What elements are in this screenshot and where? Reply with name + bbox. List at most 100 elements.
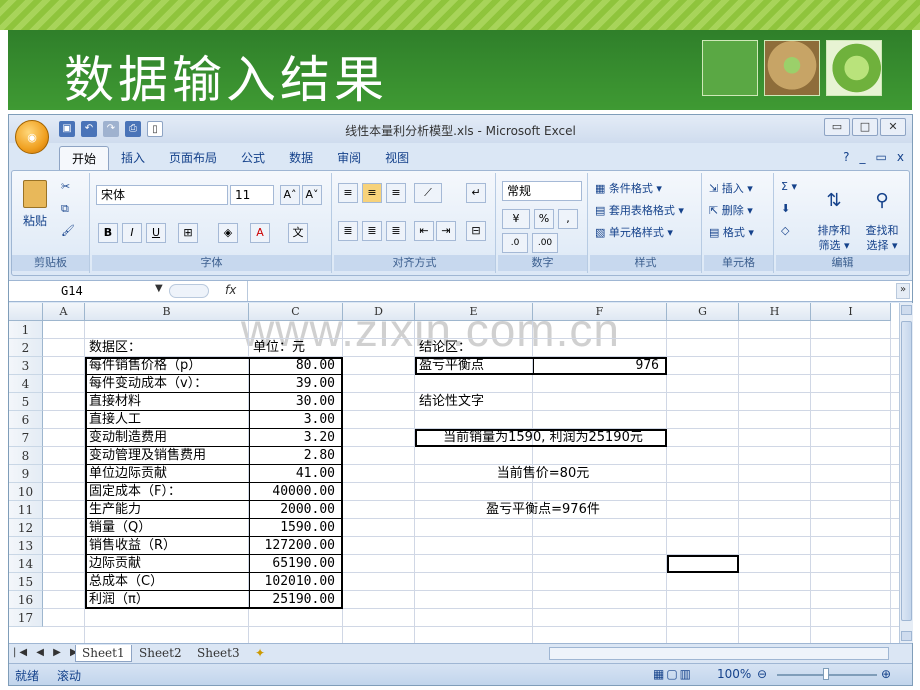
- cell-C16[interactable]: 25190.00: [249, 591, 343, 609]
- cell-E7[interactable]: 当前销量为1590, 利润为25190元: [415, 429, 667, 447]
- cell-C2[interactable]: 单位：元: [249, 339, 343, 357]
- row-header-3[interactable]: 3: [9, 357, 43, 375]
- cell-B11[interactable]: 生产能力: [85, 501, 249, 519]
- cell-C7[interactable]: 3.20: [249, 429, 343, 447]
- vertical-scrollbar[interactable]: [899, 303, 913, 643]
- workbook-restore-button[interactable]: ▭: [876, 150, 887, 164]
- cell-C9[interactable]: 41.00: [249, 465, 343, 483]
- column-header-H[interactable]: H: [739, 303, 811, 321]
- insert-function-icon[interactable]: fx: [225, 283, 236, 297]
- row-header-9[interactable]: 9: [9, 465, 43, 483]
- bold-button[interactable]: B: [98, 223, 118, 243]
- zoom-slider-thumb[interactable]: [823, 668, 829, 680]
- comma-button[interactable]: ,: [558, 209, 578, 229]
- cell-B6[interactable]: 直接人工: [85, 411, 249, 429]
- row-header-8[interactable]: 8: [9, 447, 43, 465]
- cell-B5[interactable]: 直接材料: [85, 393, 249, 411]
- align-middle-icon[interactable]: ≡: [362, 183, 382, 203]
- italic-button[interactable]: I: [122, 223, 142, 243]
- align-bottom-icon[interactable]: ≡: [386, 183, 406, 203]
- column-header-I[interactable]: I: [811, 303, 891, 321]
- help-icon[interactable]: ?: [843, 150, 849, 164]
- close-button[interactable]: ✕: [880, 118, 906, 136]
- sheet-tab-3[interactable]: Sheet3: [191, 645, 246, 662]
- tab-home[interactable]: 开始: [59, 146, 110, 170]
- cell-B9[interactable]: 单位边际贡献: [85, 465, 249, 483]
- cell-styles-button[interactable]: ▧ 单元格样式 ▾: [594, 223, 698, 241]
- font-name-select[interactable]: 宋体: [96, 185, 228, 205]
- borders-icon[interactable]: ⊞: [178, 223, 198, 243]
- row-header-12[interactable]: 12: [9, 519, 43, 537]
- cell-E3[interactable]: 盈亏平衡点: [415, 357, 533, 375]
- row-header-6[interactable]: 6: [9, 411, 43, 429]
- tab-review[interactable]: 审阅: [325, 146, 373, 170]
- underline-button[interactable]: U: [146, 223, 166, 243]
- row-header-7[interactable]: 7: [9, 429, 43, 447]
- formula-input[interactable]: [247, 281, 897, 301]
- cell-C11[interactable]: 2000.00: [249, 501, 343, 519]
- decrease-indent-icon[interactable]: ⇤: [414, 221, 434, 241]
- phonetic-icon[interactable]: 文: [288, 223, 308, 243]
- tab-insert[interactable]: 插入: [109, 146, 157, 170]
- column-header-A[interactable]: A: [43, 303, 85, 321]
- cell-B16[interactable]: 利润（π）: [85, 591, 249, 609]
- maximize-button[interactable]: □: [852, 118, 878, 136]
- autosum-button[interactable]: Σ ▾: [780, 179, 806, 194]
- row-header-1[interactable]: 1: [9, 321, 43, 339]
- percent-button[interactable]: %: [534, 209, 554, 229]
- delete-cells-button[interactable]: ⇱ 删除 ▾: [708, 201, 770, 219]
- name-box-dropdown-icon[interactable]: ▼: [155, 283, 163, 294]
- column-header-D[interactable]: D: [343, 303, 415, 321]
- increase-indent-icon[interactable]: ⇥: [436, 221, 456, 241]
- wrap-text-icon[interactable]: ↵: [466, 183, 486, 203]
- expand-formula-bar-icon[interactable]: »: [896, 283, 910, 299]
- conditional-format-button[interactable]: ▦ 条件格式 ▾: [594, 179, 698, 197]
- cell-E5[interactable]: 结论性文字: [415, 393, 533, 411]
- cut-icon[interactable]: ✂: [60, 179, 76, 195]
- row-header-4[interactable]: 4: [9, 375, 43, 393]
- tab-formulas[interactable]: 公式: [229, 146, 277, 170]
- row-header-15[interactable]: 15: [9, 573, 43, 591]
- format-cells-button[interactable]: ▤ 格式 ▾: [708, 223, 770, 241]
- name-box[interactable]: G14: [11, 282, 161, 300]
- zoom-in-icon[interactable]: ⊕: [881, 667, 891, 681]
- number-format-select[interactable]: 常规: [502, 181, 582, 201]
- merge-center-icon[interactable]: ⊟: [466, 221, 486, 241]
- row-header-10[interactable]: 10: [9, 483, 43, 501]
- cell-C8[interactable]: 2.80: [249, 447, 343, 465]
- sort-filter-button[interactable]: ⇅ 排序和 筛选 ▾: [812, 177, 856, 253]
- paste-button[interactable]: 粘贴: [20, 179, 50, 235]
- row-header-5[interactable]: 5: [9, 393, 43, 411]
- cell-C15[interactable]: 102010.00: [249, 573, 343, 591]
- cell-B7[interactable]: 变动制造费用: [85, 429, 249, 447]
- currency-icon[interactable]: ¥: [502, 209, 530, 229]
- cell-E2[interactable]: 结论区：: [415, 339, 533, 357]
- worksheet-grid[interactable]: www.zixin.com.cn A B C D E F G H I 1 2 3 4 5 6 7 8 9 10 11 1…: [9, 303, 899, 643]
- zoom-level[interactable]: 100%: [717, 667, 751, 681]
- insert-sheet-icon[interactable]: ✦: [249, 645, 271, 662]
- sheet-tab-2[interactable]: Sheet2: [133, 645, 188, 662]
- cell-C12[interactable]: 1590.00: [249, 519, 343, 537]
- formula-divider-handle[interactable]: [169, 284, 209, 298]
- cell-C4[interactable]: 39.00: [249, 375, 343, 393]
- insert-cells-button[interactable]: ⇲ 插入 ▾: [708, 179, 770, 197]
- format-as-table-button[interactable]: ▤ 套用表格格式 ▾: [594, 201, 698, 219]
- tab-page-layout[interactable]: 页面布局: [157, 146, 229, 170]
- cell-C6[interactable]: 3.00: [249, 411, 343, 429]
- column-header-G[interactable]: G: [667, 303, 739, 321]
- align-top-icon[interactable]: ≡: [338, 183, 358, 203]
- align-center-icon[interactable]: ≣: [362, 221, 382, 241]
- decrease-decimal-icon[interactable]: .00: [532, 233, 558, 253]
- cell-C5[interactable]: 30.00: [249, 393, 343, 411]
- increase-decimal-icon[interactable]: .0: [502, 233, 528, 253]
- zoom-out-icon[interactable]: ⊖: [757, 667, 767, 681]
- shrink-font-icon[interactable]: A˅: [302, 185, 322, 205]
- cell-B13[interactable]: 销售收益（R）: [85, 537, 249, 555]
- cell-B8[interactable]: 变动管理及销售费用: [85, 447, 249, 465]
- cell-E9[interactable]: 当前售价=80元: [415, 465, 667, 483]
- fill-icon[interactable]: ⬇: [780, 201, 798, 216]
- cell-C13[interactable]: 127200.00: [249, 537, 343, 555]
- row-header-16[interactable]: 16: [9, 591, 43, 609]
- cell-B10[interactable]: 固定成本（F）：: [85, 483, 249, 501]
- column-header-C[interactable]: C: [249, 303, 343, 321]
